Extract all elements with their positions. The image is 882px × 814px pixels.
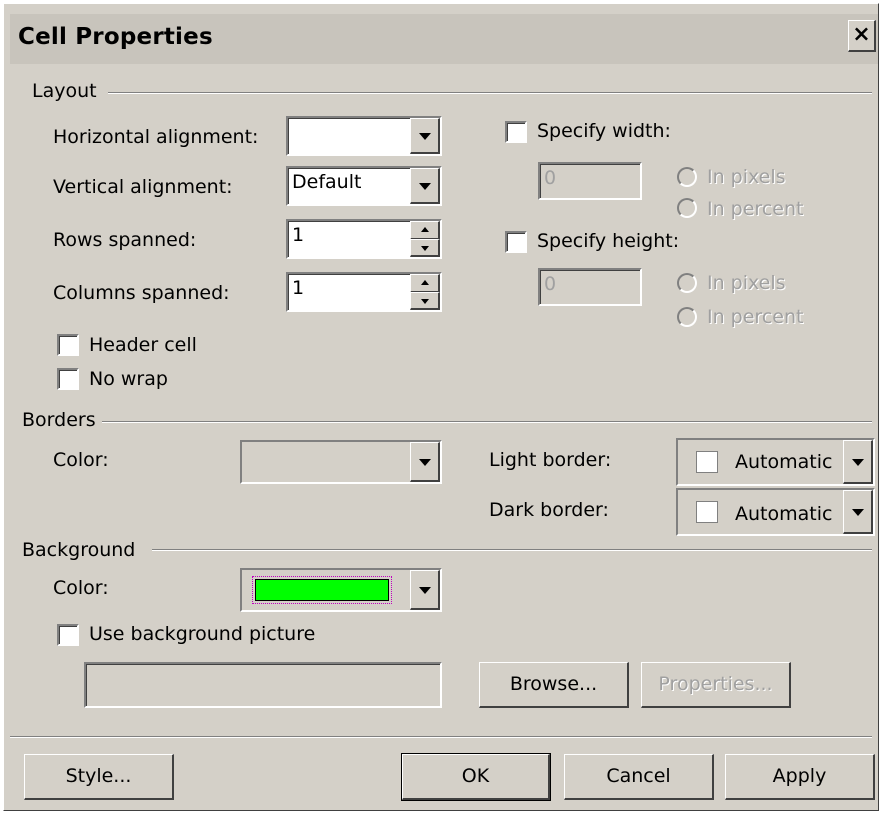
no-wrap-checkbox[interactable] xyxy=(57,368,79,390)
width-pixels-radio[interactable] xyxy=(677,167,697,187)
light-border-swatch xyxy=(696,451,718,473)
chevron-down-icon xyxy=(851,458,864,466)
cancel-button[interactable]: Cancel xyxy=(564,754,714,800)
chevron-down-icon xyxy=(851,508,864,516)
chevron-down-icon xyxy=(418,586,431,594)
dark-border-value: Automatic xyxy=(735,503,833,525)
close-icon: × xyxy=(852,22,871,47)
chevron-down-icon xyxy=(418,182,431,190)
use-background-picture-checkbox[interactable] xyxy=(57,624,79,646)
properties-button[interactable]: Properties... xyxy=(641,662,791,708)
background-color-select[interactable] xyxy=(240,568,442,612)
apply-button[interactable]: Apply xyxy=(725,754,875,800)
header-cell-label: Header cell xyxy=(89,334,197,356)
rows-spanned-input[interactable]: 1 xyxy=(286,219,442,259)
vertical-alignment-label: Vertical alignment: xyxy=(53,176,233,198)
use-background-picture-label: Use background picture xyxy=(89,623,316,645)
background-color-fill xyxy=(255,579,389,601)
arrow-up-icon xyxy=(420,280,429,285)
horizontal-alignment-select[interactable] xyxy=(286,116,442,156)
dialog-title: Cell Properties xyxy=(18,24,213,50)
specify-width-checkbox[interactable] xyxy=(505,121,527,143)
columns-spanned-down-button[interactable] xyxy=(410,292,440,310)
columns-spanned-value: 1 xyxy=(292,277,305,299)
columns-spanned-label: Columns spanned: xyxy=(53,282,230,304)
vertical-alignment-value: Default xyxy=(292,171,362,193)
arrow-up-icon xyxy=(420,227,429,232)
height-percent-radio[interactable] xyxy=(677,307,697,327)
footer-divider xyxy=(10,736,872,738)
dark-border-swatch xyxy=(696,501,718,523)
width-percent-radio[interactable] xyxy=(677,198,697,218)
background-color-label: Color: xyxy=(53,577,109,599)
border-color-select[interactable] xyxy=(240,440,442,484)
arrow-down-icon xyxy=(420,298,429,304)
dark-border-dropdown-button[interactable] xyxy=(843,490,873,534)
height-input[interactable]: 0 xyxy=(538,268,642,306)
header-cell-checkbox[interactable] xyxy=(57,334,79,356)
background-picture-path-input[interactable] xyxy=(84,662,442,708)
light-border-value: Automatic xyxy=(735,451,833,473)
rows-spanned-value: 1 xyxy=(292,224,305,246)
horizontal-alignment-label: Horizontal alignment: xyxy=(53,126,259,148)
borders-group-label: Borders xyxy=(22,409,96,431)
columns-spanned-up-button[interactable] xyxy=(410,274,440,293)
height-pixels-radio[interactable] xyxy=(677,273,697,293)
specify-width-label: Specify width: xyxy=(537,120,671,142)
close-button[interactable]: × xyxy=(848,20,876,52)
rows-spanned-label: Rows spanned: xyxy=(53,229,197,251)
vertical-alignment-dropdown-button[interactable] xyxy=(410,168,440,204)
width-percent-label: In percent xyxy=(707,198,804,220)
height-value: 0 xyxy=(544,273,557,295)
rows-spanned-down-button[interactable] xyxy=(410,239,440,257)
border-color-dropdown-button[interactable] xyxy=(410,442,440,482)
vertical-alignment-select[interactable]: Default xyxy=(286,166,442,206)
chevron-down-icon xyxy=(418,132,431,140)
columns-spanned-input[interactable]: 1 xyxy=(286,272,442,312)
specify-height-label: Specify height: xyxy=(537,230,680,252)
specify-height-checkbox[interactable] xyxy=(505,231,527,253)
dark-border-label: Dark border: xyxy=(489,499,609,521)
title-bar: Cell Properties xyxy=(10,14,878,64)
light-border-dropdown-button[interactable] xyxy=(843,440,873,484)
background-group-label: Background xyxy=(22,539,136,561)
style-button[interactable]: Style... xyxy=(24,754,174,800)
width-pixels-label: In pixels xyxy=(707,166,786,188)
borders-divider xyxy=(102,421,872,423)
background-divider xyxy=(152,549,872,551)
border-color-label: Color: xyxy=(53,449,109,471)
background-color-dropdown-button[interactable] xyxy=(410,570,440,610)
width-input[interactable]: 0 xyxy=(538,162,642,200)
no-wrap-label: No wrap xyxy=(89,368,168,390)
light-border-label: Light border: xyxy=(489,449,612,471)
arrow-down-icon xyxy=(420,245,429,251)
width-value: 0 xyxy=(544,167,557,189)
ok-button[interactable]: OK xyxy=(401,753,551,801)
layout-divider xyxy=(108,92,872,94)
height-percent-label: In percent xyxy=(707,306,804,328)
rows-spanned-up-button[interactable] xyxy=(410,221,440,240)
horizontal-alignment-dropdown-button[interactable] xyxy=(410,118,440,154)
browse-button[interactable]: Browse... xyxy=(479,662,629,708)
layout-group-label: Layout xyxy=(32,80,97,102)
background-color-swatch xyxy=(252,576,392,604)
height-pixels-label: In pixels xyxy=(707,272,786,294)
dark-border-select[interactable]: Automatic xyxy=(676,488,875,536)
light-border-select[interactable]: Automatic xyxy=(676,438,875,486)
chevron-down-icon xyxy=(418,458,431,466)
